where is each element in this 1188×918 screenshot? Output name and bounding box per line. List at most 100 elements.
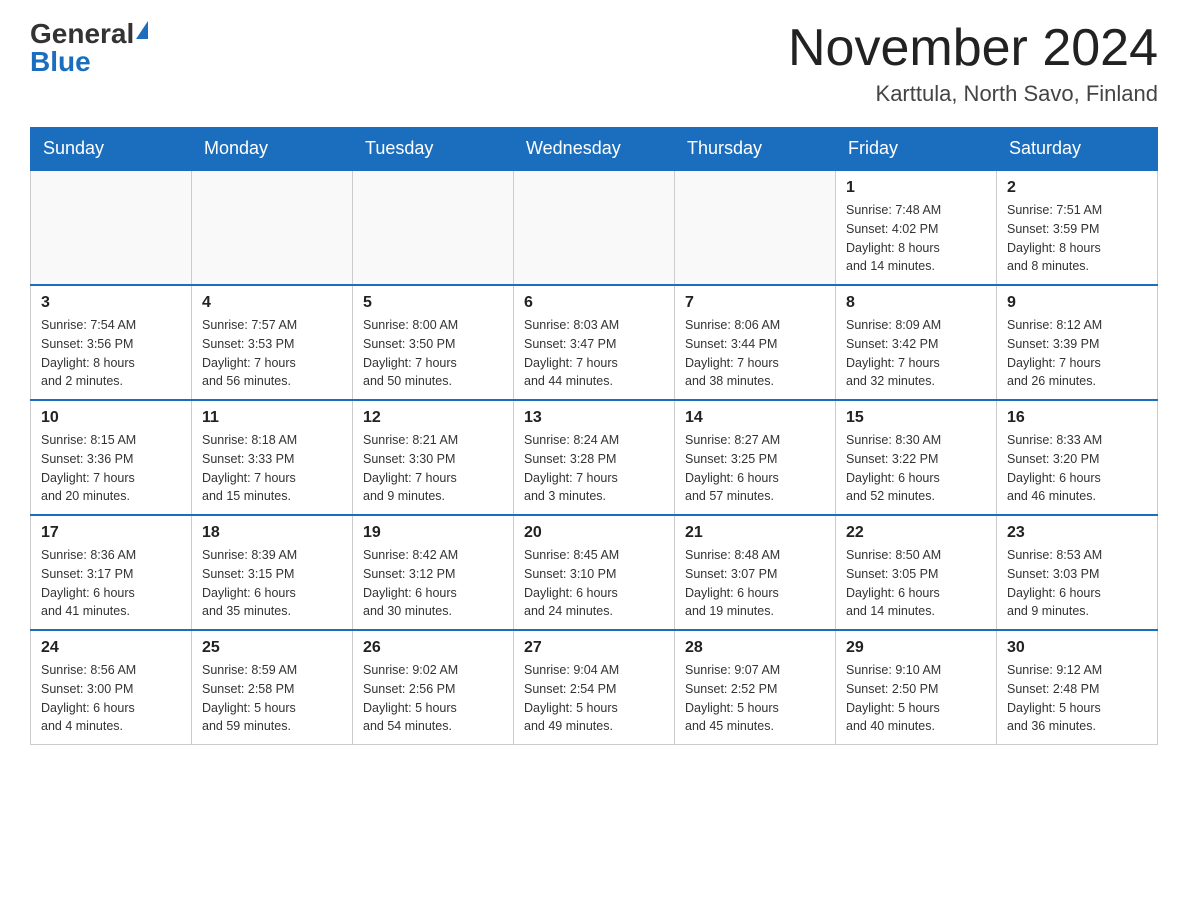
day-info: Sunrise: 8:50 AM Sunset: 3:05 PM Dayligh… <box>846 546 986 621</box>
day-number: 3 <box>41 294 181 312</box>
day-number: 19 <box>363 524 503 542</box>
days-header-row: SundayMondayTuesdayWednesdayThursdayFrid… <box>31 128 1158 171</box>
calendar-cell <box>353 170 514 285</box>
week-row-3: 10 Sunrise: 8:15 AM Sunset: 3:36 PM Dayli… <box>31 400 1158 515</box>
calendar-cell <box>31 170 192 285</box>
day-info: Sunrise: 7:51 AM Sunset: 3:59 PM Dayligh… <box>1007 201 1147 276</box>
page-header: General Blue November 2024 Karttula, Nor… <box>30 20 1158 107</box>
day-info: Sunrise: 8:48 AM Sunset: 3:07 PM Dayligh… <box>685 546 825 621</box>
day-info: Sunrise: 8:06 AM Sunset: 3:44 PM Dayligh… <box>685 316 825 391</box>
calendar-cell: 9 Sunrise: 8:12 AM Sunset: 3:39 PM Daylig… <box>997 285 1158 400</box>
calendar-cell: 28 Sunrise: 9:07 AM Sunset: 2:52 PM Dayli… <box>675 630 836 745</box>
calendar-cell: 6Sunrise: 8:03 AM Sunset: 3:47 PM Daylig… <box>514 285 675 400</box>
calendar-cell: 8 Sunrise: 8:09 AM Sunset: 3:42 PM Daylig… <box>836 285 997 400</box>
day-number: 11 <box>202 409 342 427</box>
calendar-cell: 12 Sunrise: 8:21 AM Sunset: 3:30 PM Dayli… <box>353 400 514 515</box>
calendar-cell: 15 Sunrise: 8:30 AM Sunset: 3:22 PM Dayli… <box>836 400 997 515</box>
calendar-cell: 7 Sunrise: 8:06 AM Sunset: 3:44 PM Daylig… <box>675 285 836 400</box>
day-number: 23 <box>1007 524 1147 542</box>
calendar-cell: 4 Sunrise: 7:57 AM Sunset: 3:53 PM Daylig… <box>192 285 353 400</box>
day-number: 21 <box>685 524 825 542</box>
calendar-cell: 24Sunrise: 8:56 AM Sunset: 3:00 PM Dayli… <box>31 630 192 745</box>
day-header-monday: Monday <box>192 128 353 171</box>
calendar-cell: 27 Sunrise: 9:04 AM Sunset: 2:54 PM Dayli… <box>514 630 675 745</box>
day-number: 6 <box>524 294 664 312</box>
day-info: Sunrise: 8:15 AM Sunset: 3:36 PM Dayligh… <box>41 431 181 506</box>
day-info: Sunrise: 9:10 AM Sunset: 2:50 PM Dayligh… <box>846 661 986 736</box>
day-number: 8 <box>846 294 986 312</box>
day-info: Sunrise: 7:48 AM Sunset: 4:02 PM Dayligh… <box>846 201 986 276</box>
day-info: Sunrise: 8:30 AM Sunset: 3:22 PM Dayligh… <box>846 431 986 506</box>
day-info: Sunrise: 8:21 AM Sunset: 3:30 PM Dayligh… <box>363 431 503 506</box>
calendar-cell: 26Sunrise: 9:02 AM Sunset: 2:56 PM Dayli… <box>353 630 514 745</box>
week-row-5: 24Sunrise: 8:56 AM Sunset: 3:00 PM Dayli… <box>31 630 1158 745</box>
day-info: Sunrise: 8:18 AM Sunset: 3:33 PM Dayligh… <box>202 431 342 506</box>
day-number: 18 <box>202 524 342 542</box>
calendar-cell: 20 Sunrise: 8:45 AM Sunset: 3:10 PM Dayli… <box>514 515 675 630</box>
day-number: 10 <box>41 409 181 427</box>
calendar-cell: 23 Sunrise: 8:53 AM Sunset: 3:03 PM Dayli… <box>997 515 1158 630</box>
calendar-cell: 3 Sunrise: 7:54 AM Sunset: 3:56 PM Daylig… <box>31 285 192 400</box>
calendar-cell: 14Sunrise: 8:27 AM Sunset: 3:25 PM Dayli… <box>675 400 836 515</box>
day-info: Sunrise: 8:56 AM Sunset: 3:00 PM Dayligh… <box>41 661 181 736</box>
day-info: Sunrise: 8:33 AM Sunset: 3:20 PM Dayligh… <box>1007 431 1147 506</box>
calendar-cell: 16 Sunrise: 8:33 AM Sunset: 3:20 PM Dayli… <box>997 400 1158 515</box>
calendar-cell: 25Sunrise: 8:59 AM Sunset: 2:58 PM Dayli… <box>192 630 353 745</box>
day-info: Sunrise: 7:57 AM Sunset: 3:53 PM Dayligh… <box>202 316 342 391</box>
day-info: Sunrise: 7:54 AM Sunset: 3:56 PM Dayligh… <box>41 316 181 391</box>
day-number: 13 <box>524 409 664 427</box>
calendar-cell: 1Sunrise: 7:48 AM Sunset: 4:02 PM Daylig… <box>836 170 997 285</box>
day-info: Sunrise: 8:09 AM Sunset: 3:42 PM Dayligh… <box>846 316 986 391</box>
calendar-cell <box>192 170 353 285</box>
day-number: 16 <box>1007 409 1147 427</box>
day-header-friday: Friday <box>836 128 997 171</box>
day-info: Sunrise: 8:39 AM Sunset: 3:15 PM Dayligh… <box>202 546 342 621</box>
week-row-2: 3 Sunrise: 7:54 AM Sunset: 3:56 PM Daylig… <box>31 285 1158 400</box>
day-number: 28 <box>685 639 825 657</box>
day-header-sunday: Sunday <box>31 128 192 171</box>
calendar-cell: 19 Sunrise: 8:42 AM Sunset: 3:12 PM Dayli… <box>353 515 514 630</box>
day-info: Sunrise: 8:12 AM Sunset: 3:39 PM Dayligh… <box>1007 316 1147 391</box>
day-info: Sunrise: 9:04 AM Sunset: 2:54 PM Dayligh… <box>524 661 664 736</box>
calendar-cell <box>675 170 836 285</box>
day-info: Sunrise: 9:12 AM Sunset: 2:48 PM Dayligh… <box>1007 661 1147 736</box>
week-row-4: 17Sunrise: 8:36 AM Sunset: 3:17 PM Dayli… <box>31 515 1158 630</box>
day-header-tuesday: Tuesday <box>353 128 514 171</box>
day-number: 7 <box>685 294 825 312</box>
logo-blue-text: Blue <box>30 48 91 76</box>
calendar-cell: 29 Sunrise: 9:10 AM Sunset: 2:50 PM Dayli… <box>836 630 997 745</box>
calendar-cell: 21 Sunrise: 8:48 AM Sunset: 3:07 PM Dayli… <box>675 515 836 630</box>
day-number: 4 <box>202 294 342 312</box>
day-number: 22 <box>846 524 986 542</box>
calendar-cell <box>514 170 675 285</box>
day-info: Sunrise: 9:02 AM Sunset: 2:56 PM Dayligh… <box>363 661 503 736</box>
day-number: 25 <box>202 639 342 657</box>
calendar-cell: 11 Sunrise: 8:18 AM Sunset: 3:33 PM Dayli… <box>192 400 353 515</box>
day-info: Sunrise: 8:00 AM Sunset: 3:50 PM Dayligh… <box>363 316 503 391</box>
day-info: Sunrise: 8:53 AM Sunset: 3:03 PM Dayligh… <box>1007 546 1147 621</box>
day-number: 17 <box>41 524 181 542</box>
day-number: 9 <box>1007 294 1147 312</box>
day-info: Sunrise: 8:45 AM Sunset: 3:10 PM Dayligh… <box>524 546 664 621</box>
day-number: 29 <box>846 639 986 657</box>
day-number: 27 <box>524 639 664 657</box>
day-number: 20 <box>524 524 664 542</box>
day-info: Sunrise: 8:27 AM Sunset: 3:25 PM Dayligh… <box>685 431 825 506</box>
calendar-cell: 17Sunrise: 8:36 AM Sunset: 3:17 PM Dayli… <box>31 515 192 630</box>
calendar-cell: 13 Sunrise: 8:24 AM Sunset: 3:28 PM Dayli… <box>514 400 675 515</box>
calendar-cell: 22 Sunrise: 8:50 AM Sunset: 3:05 PM Dayli… <box>836 515 997 630</box>
logo: General Blue <box>30 20 148 76</box>
week-row-1: 1Sunrise: 7:48 AM Sunset: 4:02 PM Daylig… <box>31 170 1158 285</box>
day-number: 30 <box>1007 639 1147 657</box>
day-info: Sunrise: 8:24 AM Sunset: 3:28 PM Dayligh… <box>524 431 664 506</box>
logo-triangle-icon <box>136 21 148 39</box>
day-info: Sunrise: 9:07 AM Sunset: 2:52 PM Dayligh… <box>685 661 825 736</box>
calendar-subtitle: Karttula, North Savo, Finland <box>788 81 1158 107</box>
calendar-cell: 30 Sunrise: 9:12 AM Sunset: 2:48 PM Dayli… <box>997 630 1158 745</box>
day-number: 5 <box>363 294 503 312</box>
day-header-thursday: Thursday <box>675 128 836 171</box>
day-info: Sunrise: 8:42 AM Sunset: 3:12 PM Dayligh… <box>363 546 503 621</box>
day-number: 12 <box>363 409 503 427</box>
calendar-cell: 5 Sunrise: 8:00 AM Sunset: 3:50 PM Daylig… <box>353 285 514 400</box>
day-number: 15 <box>846 409 986 427</box>
